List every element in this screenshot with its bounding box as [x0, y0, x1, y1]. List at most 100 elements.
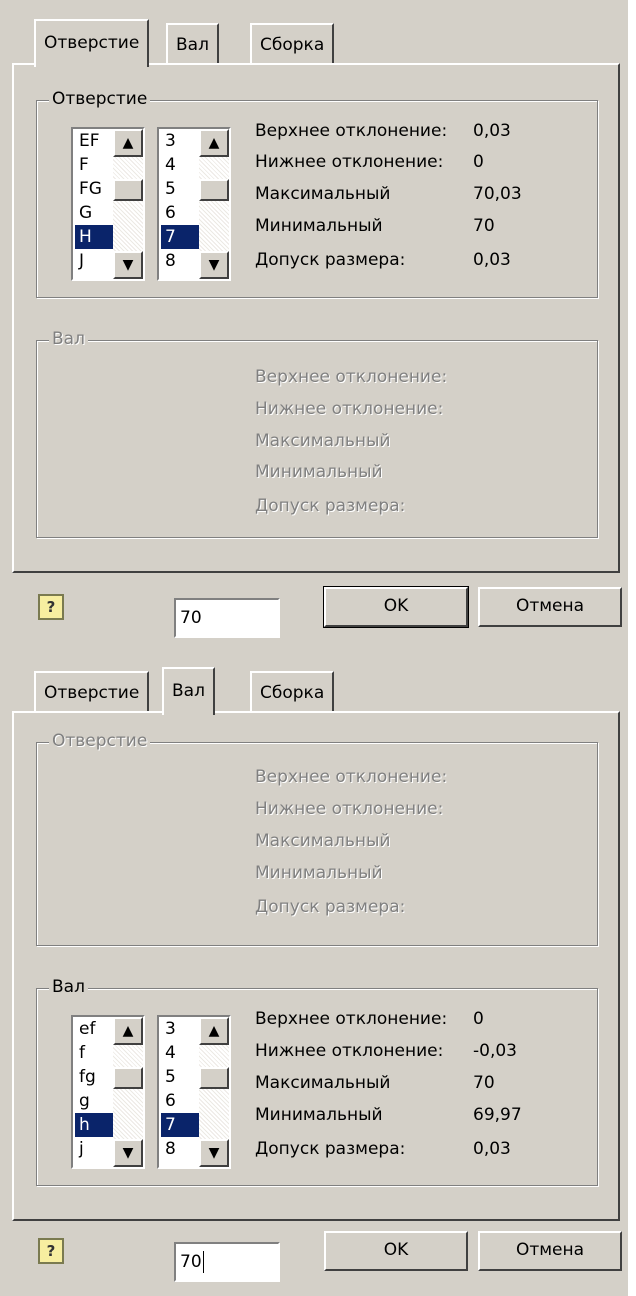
upper-deviation-label: Верхнее отклонение: — [255, 121, 448, 141]
scroll-thumb[interactable] — [113, 179, 143, 201]
shaft-group: Вал Верхнее отклонение: Нижнее отклонени… — [36, 329, 598, 538]
list-item[interactable]: 3 — [161, 1017, 199, 1041]
scroll-up-icon[interactable]: ▲ — [113, 1017, 143, 1045]
list-item-selected[interactable]: h — [75, 1113, 113, 1137]
tab-assembly[interactable]: Сборка — [250, 671, 335, 711]
upper-deviation-label: Верхнее отклонение: — [255, 767, 448, 787]
list-item-selected[interactable]: 7 — [161, 1113, 199, 1137]
tab-hole[interactable]: Отверстие — [34, 19, 150, 67]
list-item[interactable]: 8 — [161, 1137, 199, 1161]
list-item[interactable]: J — [75, 249, 113, 273]
scroll-thumb[interactable] — [199, 179, 229, 201]
shaft-group-title: Вал — [49, 329, 88, 349]
min-label: Минимальный — [255, 216, 383, 236]
lower-deviation-label: Нижнее отклонение: — [255, 799, 444, 819]
max-value: 70 — [473, 1073, 495, 1093]
max-label: Максимальный — [255, 431, 391, 451]
scroll-down-icon[interactable]: ▼ — [199, 251, 229, 279]
scrollbar[interactable]: ▲ ▼ — [199, 1017, 229, 1167]
list-item[interactable]: 5 — [161, 177, 199, 201]
list-item[interactable]: 3 — [161, 129, 199, 153]
upper-deviation-value: 0 — [473, 1009, 484, 1029]
list-item[interactable]: 4 — [161, 153, 199, 177]
help-icon[interactable]: ? — [38, 1238, 64, 1264]
list-item-selected[interactable]: 7 — [161, 225, 199, 249]
shaft-group-title: Вал — [49, 977, 88, 997]
ok-button[interactable]: OK — [324, 1231, 468, 1271]
min-label: Минимальный — [255, 462, 383, 482]
list-item[interactable]: G — [75, 201, 113, 225]
shaft-letter-list[interactable]: ef f fg g h j ▲ ▼ — [71, 1015, 145, 1169]
tolerance-label: Допуск размера: — [255, 1139, 406, 1159]
tolerance-value: 0,03 — [473, 1139, 511, 1159]
lower-deviation-label: Нижнее отклонение: — [255, 399, 444, 419]
list-item[interactable]: ef — [75, 1017, 113, 1041]
list-item[interactable]: 8 — [161, 249, 199, 273]
shaft-group: Вал ef f fg g h j ▲ ▼ 3 4 5 6 7 8 ▲ ▼ Ве… — [36, 977, 598, 1186]
upper-deviation-value: 0,03 — [473, 121, 511, 141]
max-value: 70,03 — [473, 184, 522, 204]
list-item-selected[interactable]: H — [75, 225, 113, 249]
scroll-down-icon[interactable]: ▼ — [199, 1139, 229, 1167]
list-item[interactable]: FG — [75, 177, 113, 201]
min-label: Минимальный — [255, 1105, 383, 1125]
scroll-up-icon[interactable]: ▲ — [199, 129, 229, 157]
min-value: 70 — [473, 216, 495, 236]
scroll-up-icon[interactable]: ▲ — [199, 1017, 229, 1045]
tolerance-label: Допуск размера: — [255, 250, 406, 270]
size-input-value: 70 — [180, 608, 202, 628]
scroll-down-icon[interactable]: ▼ — [113, 1139, 143, 1167]
lower-deviation-label: Нижнее отклонение: — [255, 1041, 444, 1061]
upper-deviation-label: Верхнее отклонение: — [255, 1009, 448, 1029]
tab-shaft[interactable]: Вал — [166, 23, 219, 63]
scroll-down-icon[interactable]: ▼ — [113, 251, 143, 279]
hole-group-title: Отверстие — [49, 89, 151, 109]
scroll-thumb[interactable] — [113, 1067, 143, 1089]
lower-deviation-value: -0,03 — [473, 1041, 517, 1061]
scroll-up-icon[interactable]: ▲ — [113, 129, 143, 157]
hole-grade-list[interactable]: 3 4 5 6 7 8 ▲ ▼ — [157, 127, 231, 281]
tolerance-value: 0,03 — [473, 250, 511, 270]
max-label: Максимальный — [255, 184, 391, 204]
tab-assembly[interactable]: Сборка — [250, 23, 335, 63]
list-item[interactable]: EF — [75, 129, 113, 153]
list-item[interactable]: F — [75, 153, 113, 177]
list-item[interactable]: 6 — [161, 1089, 199, 1113]
max-label: Максимальный — [255, 831, 391, 851]
tab-shaft[interactable]: Вал — [162, 667, 215, 715]
list-item[interactable]: 6 — [161, 201, 199, 225]
size-input[interactable]: 70 — [174, 598, 280, 638]
shaft-grade-list[interactable]: 3 4 5 6 7 8 ▲ ▼ — [157, 1015, 231, 1169]
scroll-thumb[interactable] — [199, 1067, 229, 1089]
size-input[interactable]: 70 — [174, 1242, 280, 1282]
tolerance-dialog-shaft-tab: Отверстие Вал Сборка Отверстие Верхнее о… — [0, 648, 628, 1296]
hole-letter-list[interactable]: EF F FG G H J ▲ ▼ — [71, 127, 145, 281]
hole-group: Отверстие Верхнее отклонение: Нижнее отк… — [36, 731, 598, 946]
list-item[interactable]: g — [75, 1089, 113, 1113]
hole-group: Отверстие EF F FG G H J ▲ ▼ 3 4 5 6 7 8 … — [36, 89, 598, 298]
tolerance-label: Допуск размера: — [255, 496, 406, 516]
lower-deviation-label: Нижнее отклонение: — [255, 152, 444, 172]
help-icon[interactable]: ? — [38, 594, 64, 620]
scrollbar[interactable]: ▲ ▼ — [199, 129, 229, 279]
tolerance-dialog-hole-tab: Отверстие Вал Сборка Отверстие EF F FG G… — [0, 0, 628, 648]
scrollbar[interactable]: ▲ ▼ — [113, 129, 143, 279]
cancel-button[interactable]: Отмена — [478, 1231, 622, 1271]
list-item[interactable]: fg — [75, 1065, 113, 1089]
tolerance-label: Допуск размера: — [255, 897, 406, 917]
list-item[interactable]: 5 — [161, 1065, 199, 1089]
text-caret — [202, 1251, 204, 1273]
list-item[interactable]: j — [75, 1137, 113, 1161]
tab-hole[interactable]: Отверстие — [34, 671, 150, 711]
min-label: Минимальный — [255, 863, 383, 883]
cancel-button[interactable]: Отмена — [478, 587, 622, 627]
ok-button[interactable]: OK — [323, 586, 469, 628]
min-value: 69,97 — [473, 1105, 522, 1125]
upper-deviation-label: Верхнее отклонение: — [255, 367, 448, 387]
max-label: Максимальный — [255, 1073, 391, 1093]
hole-group-title: Отверстие — [49, 731, 151, 751]
scrollbar[interactable]: ▲ ▼ — [113, 1017, 143, 1167]
lower-deviation-value: 0 — [473, 152, 484, 172]
list-item[interactable]: 4 — [161, 1041, 199, 1065]
list-item[interactable]: f — [75, 1041, 113, 1065]
